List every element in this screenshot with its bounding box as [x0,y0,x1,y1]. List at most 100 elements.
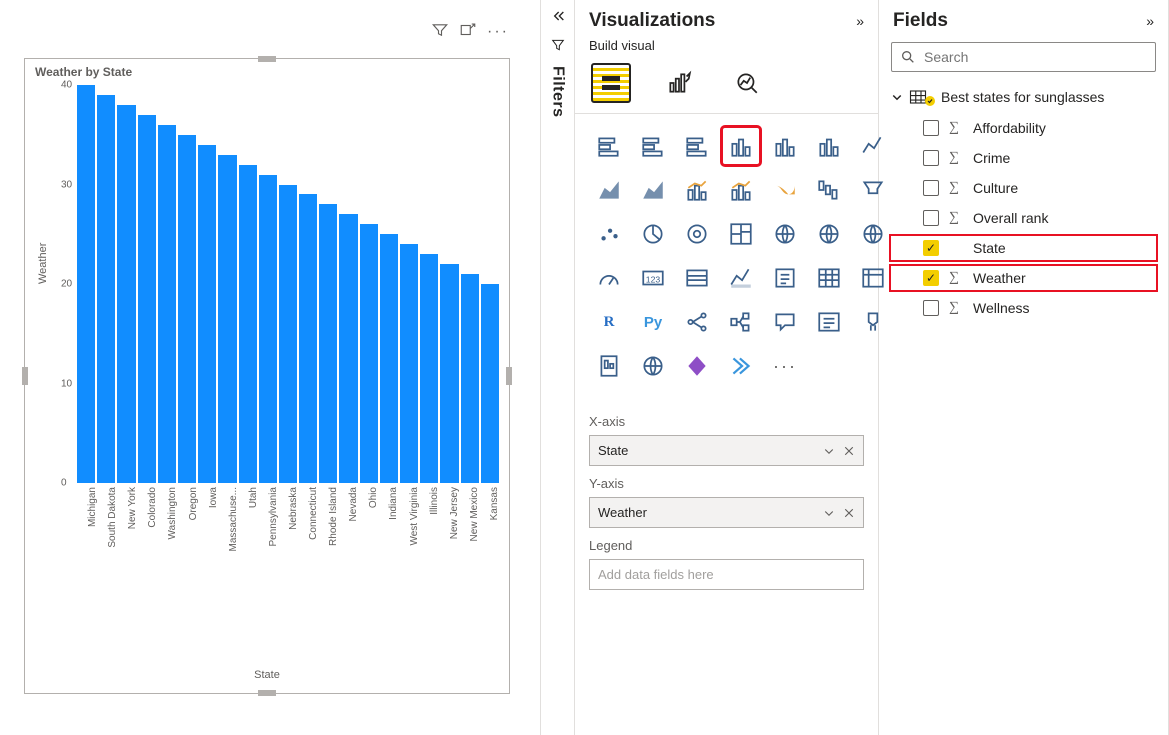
bar[interactable] [77,85,95,483]
viz-type-r-visual[interactable]: R [591,304,627,340]
bar[interactable] [380,234,398,483]
viz-type-line-clustered-col[interactable] [723,172,759,208]
legend-well[interactable]: Add data fields here [589,559,864,590]
expand-icon[interactable]: » [1146,13,1154,29]
bar[interactable] [299,194,317,483]
viz-type-paginated[interactable] [591,348,627,384]
filter-icon[interactable] [431,21,449,42]
bar[interactable] [158,125,176,483]
bar[interactable] [420,254,438,483]
sigma-icon: ∑ [949,300,963,316]
bar[interactable] [481,284,499,483]
field-checkbox[interactable] [923,120,939,136]
viz-type-gauge[interactable] [591,260,627,296]
viz-type-stacked-area[interactable] [635,172,671,208]
bar[interactable] [218,155,236,483]
viz-type-line-stacked-col[interactable] [679,172,715,208]
bar[interactable] [461,274,479,483]
field-checkbox[interactable] [923,240,939,256]
viz-type-ribbon[interactable] [767,172,803,208]
resize-handle[interactable] [258,690,276,696]
well-placeholder: Add data fields here [598,567,714,582]
build-visual-tab[interactable] [591,63,631,103]
bar[interactable] [360,224,378,483]
viz-type-donut[interactable] [679,216,715,252]
field-culture[interactable]: ∑Culture [889,174,1158,202]
viz-type-narrative[interactable] [811,304,847,340]
bar[interactable] [97,95,115,483]
column-chart: Weather 010203040 MichiganSouth DakotaNe… [31,85,503,643]
viz-type-waterfall[interactable] [811,172,847,208]
table-header[interactable]: Best states for sunglasses [879,82,1168,112]
field-wellness[interactable]: ∑ Wellness [889,294,1158,322]
resize-handle[interactable] [506,367,512,385]
field-state[interactable]: State [889,234,1158,262]
field-checkbox[interactable] [923,180,939,196]
field-affordability[interactable]: ∑Affordability [889,114,1158,142]
viz-type-stacked-bar-100[interactable] [679,128,715,164]
focus-icon[interactable] [459,21,477,42]
bar[interactable] [259,175,277,483]
filters-pane-collapsed[interactable]: Filters [541,0,575,735]
viz-type-treemap[interactable] [723,216,759,252]
field-checkbox[interactable] [923,270,939,286]
viz-type-multi-card[interactable] [679,260,715,296]
bar[interactable] [319,204,337,483]
x-axis-well[interactable]: State [589,435,864,466]
viz-type-decomposition[interactable] [723,304,759,340]
viz-type-qa[interactable] [767,304,803,340]
visual-container[interactable]: ··· Weather by State Weather 010203040 M… [24,58,510,694]
sigma-icon: ∑ [949,270,963,286]
viz-type-stacked-column-100[interactable] [811,128,847,164]
expand-icon[interactable]: » [856,13,864,29]
viz-type-powerautomate[interactable] [723,348,759,384]
well-value: State [598,443,628,458]
viz-type-powerapps[interactable] [679,348,715,384]
viz-type-card[interactable]: 123 [635,260,671,296]
viz-type-py-visual[interactable]: Py [635,304,671,340]
viz-type-clustered-bar[interactable] [635,128,671,164]
viz-type-more[interactable]: ··· [767,348,803,384]
filter-icon[interactable] [550,37,566,56]
field-checkbox[interactable] [923,150,939,166]
more-icon[interactable]: ··· [487,23,509,41]
bar[interactable] [138,115,156,483]
viz-type-scatter[interactable] [591,216,627,252]
viz-type-clustered-column[interactable] [767,128,803,164]
viz-type-key-influencers[interactable] [679,304,715,340]
viz-type-area[interactable] [591,172,627,208]
resize-handle[interactable] [22,367,28,385]
viz-type-slicer[interactable] [767,260,803,296]
viz-type-filled-map[interactable] [811,216,847,252]
viz-type-stacked-bar[interactable] [591,128,627,164]
viz-type-table[interactable] [811,260,847,296]
field-checkbox[interactable] [923,210,939,226]
bar[interactable] [178,135,196,483]
bar[interactable] [198,145,216,483]
field-label: Wellness [973,300,1030,316]
viz-type-kpi[interactable] [723,260,759,296]
viz-type-stacked-column[interactable] [723,128,759,164]
collapse-icon[interactable] [550,8,566,27]
bar[interactable] [117,105,135,483]
bar[interactable] [239,165,257,483]
bar[interactable] [339,214,357,483]
field-crime[interactable]: ∑Crime [889,144,1158,172]
fields-search[interactable] [891,42,1156,72]
viz-type-pie[interactable] [635,216,671,252]
format-visual-tab[interactable] [659,63,699,103]
bar[interactable] [440,264,458,483]
bar[interactable] [400,244,418,483]
search-input[interactable] [924,49,1147,65]
viz-type-map[interactable] [767,216,803,252]
y-axis-well[interactable]: Weather [589,497,864,528]
report-canvas[interactable]: ··· Weather by State Weather 010203040 M… [0,0,541,735]
field-checkbox[interactable] [923,300,939,316]
well-label-legend: Legend [589,538,864,553]
analytics-tab[interactable] [727,63,767,103]
viz-type-arcgis[interactable] [635,348,671,384]
field-overall-rank[interactable]: ∑Overall rank [889,204,1158,232]
bar[interactable] [279,185,297,484]
field-weather[interactable]: ∑Weather [889,264,1158,292]
resize-handle[interactable] [258,56,276,62]
